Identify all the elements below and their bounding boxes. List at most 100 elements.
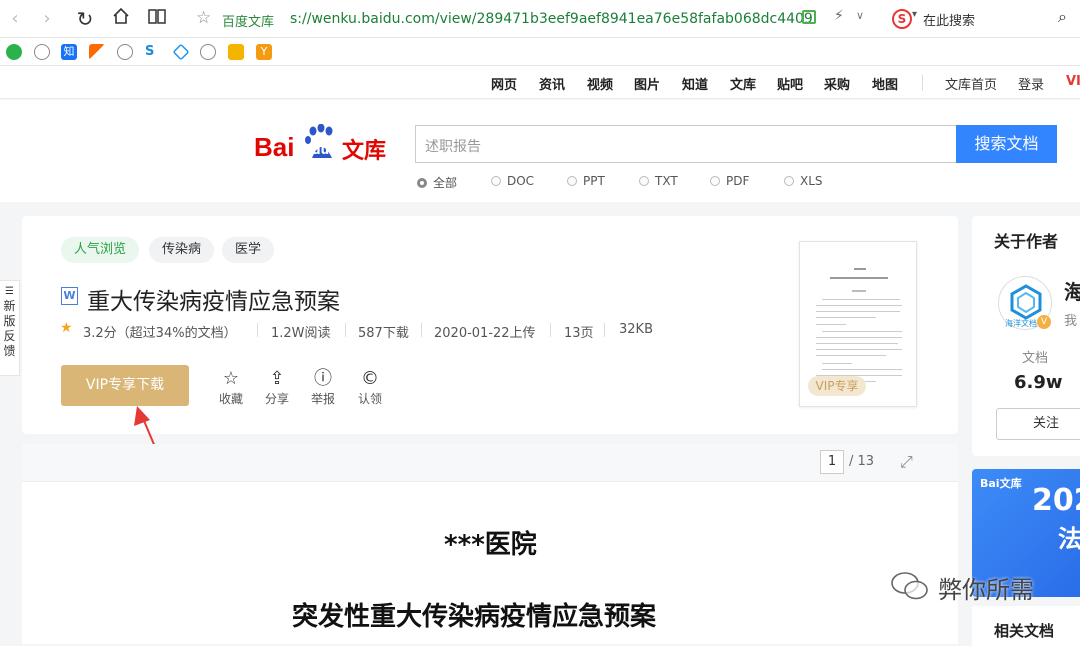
chevron-down-icon[interactable]: ∨	[856, 9, 864, 22]
reload-icon[interactable]: ↻	[72, 6, 98, 32]
vip-download-button[interactable]: VIP专享下载	[61, 365, 189, 406]
home-icon[interactable]	[108, 6, 134, 32]
page-number-input[interactable]: 1	[820, 450, 844, 474]
nav-link-map[interactable]: 地图	[872, 74, 898, 93]
banner-text: 法	[1058, 525, 1080, 553]
docs-count: 6.9w	[1014, 372, 1063, 393]
doc-rating: 3.2分（超过34%的文档）	[83, 326, 237, 341]
follow-button[interactable]: 关注	[996, 408, 1080, 440]
site-name: 百度文库	[222, 15, 275, 30]
author-name[interactable]: 海	[1064, 276, 1080, 305]
search-engine-icon[interactable]: S	[892, 9, 912, 29]
feedback-label: 新版反馈	[3, 299, 16, 358]
share-icon: ⇪	[269, 368, 285, 389]
search-icon[interactable]: ⌕	[1058, 7, 1067, 27]
divider	[421, 323, 422, 337]
share-button[interactable]: ⇪ 分享	[262, 368, 292, 407]
nav-link-video[interactable]: 视频	[587, 74, 613, 93]
filter-all[interactable]: 全部	[417, 174, 457, 191]
docs-label: 文档	[1022, 351, 1049, 366]
filter-ppt[interactable]: PPT	[567, 174, 605, 188]
viewer-toolbar	[22, 444, 958, 482]
page-total: / 13	[849, 454, 875, 469]
tag-popular[interactable]: 人气浏览	[61, 237, 140, 263]
vip-badge: VIP专享	[808, 376, 866, 396]
nav-link-wenku[interactable]: 文库	[730, 74, 756, 93]
globe-icon[interactable]	[34, 44, 50, 60]
doc-downloads: 587下载	[358, 326, 409, 341]
flag-icon[interactable]	[89, 44, 105, 60]
baidu-topnav: 网页 资讯 视频 图片 知道 文库 贴吧 采购 地图 文库首页 登录 VI	[0, 66, 1080, 99]
doc-heading-title: 突发性重大传染病疫情应急预案	[292, 602, 657, 632]
author-avatar[interactable]: 海洋文档 V	[998, 276, 1052, 330]
divider	[922, 75, 923, 91]
address-bar[interactable]: ☆ 百度文库 s://wenku.baidu.com/view/289471b3…	[186, 5, 880, 33]
filter-doc[interactable]: DOC	[491, 174, 534, 188]
radio-icon	[710, 176, 720, 186]
nav-link-images[interactable]: 图片	[634, 74, 660, 93]
star-outline-icon: ☆	[222, 368, 240, 389]
search-button[interactable]: 搜索文档	[956, 125, 1057, 163]
tag-medicine[interactable]: 医学	[222, 237, 275, 263]
wechat-icon[interactable]	[6, 44, 22, 60]
comment-icon: ☰	[5, 286, 14, 297]
author-card: 关于作者 海洋文档 V 海 我 文档 6.9w 关注	[972, 216, 1080, 456]
tag-disease[interactable]: 传染病	[149, 237, 215, 263]
sogou-icon[interactable]: S	[145, 44, 161, 60]
banner-logo: Bai文库	[980, 477, 1022, 490]
filter-pdf[interactable]: PDF	[710, 174, 749, 188]
zhihu-icon[interactable]: 知	[61, 44, 77, 60]
nav-link-zhidao[interactable]: 知道	[682, 74, 708, 93]
nav-link-tieba[interactable]: 贴吧	[777, 74, 803, 93]
tool-icon[interactable]	[228, 44, 244, 60]
search-header: Bai du 文库 述职报告 搜索文档 全部 DOC PPT TXT PDF X…	[0, 100, 1080, 202]
fullscreen-icon[interactable]: ⤢	[900, 452, 913, 472]
radio-icon	[639, 176, 649, 186]
favorite-button[interactable]: ☆ 收藏	[216, 368, 246, 407]
feedback-tab[interactable]: ☰ 新版反馈	[0, 280, 20, 376]
report-button[interactable]: ⓘ 举报	[308, 368, 338, 407]
url-text[interactable]: s://wenku.baidu.com/view/289471b3eef9aef…	[290, 11, 813, 27]
doc-upload-date: 2020-01-22上传	[434, 326, 536, 341]
globe-icon[interactable]	[117, 44, 133, 60]
copyright-icon: ©	[361, 368, 379, 389]
nav-link-wenku-home[interactable]: 文库首页	[945, 74, 997, 93]
filter-xls[interactable]: XLS	[784, 174, 823, 188]
globe-icon[interactable]	[200, 44, 216, 60]
verified-icon: V	[1037, 315, 1051, 329]
related-docs-title: 相关文档	[994, 622, 1055, 640]
nav-link-web[interactable]: 网页	[491, 74, 517, 93]
engine-dropdown-icon[interactable]: ▾	[912, 9, 917, 20]
author-section-title: 关于作者	[994, 232, 1059, 251]
lightning-icon[interactable]: ⚡	[834, 8, 844, 24]
divider	[550, 323, 551, 337]
back-icon[interactable]: ‹	[2, 6, 28, 32]
reader-icon[interactable]	[144, 6, 170, 32]
doc-size: 32KB	[619, 322, 653, 337]
doc-reads: 1.2W阅读	[271, 326, 331, 341]
word-doc-icon: W	[61, 287, 78, 305]
author-subtitle: 我	[1064, 314, 1078, 329]
nav-link-purchase[interactable]: 采购	[824, 74, 850, 93]
banner-year: 202	[1032, 483, 1080, 518]
diamond-icon[interactable]	[172, 43, 190, 61]
search-input[interactable]: 述职报告	[415, 125, 956, 163]
nav-link-news[interactable]: 资讯	[539, 74, 565, 93]
star-icon[interactable]: ☆	[196, 8, 211, 28]
browser-search-input[interactable]: 在此搜索	[923, 10, 975, 29]
radio-checked-icon	[417, 178, 427, 188]
y-icon[interactable]: Y	[256, 44, 272, 60]
alert-icon: ⓘ	[314, 368, 332, 389]
login-link[interactable]: 登录	[1018, 74, 1044, 93]
radio-icon	[491, 176, 501, 186]
hexagon-logo-icon	[1010, 284, 1042, 320]
forward-icon[interactable]: ›	[34, 6, 60, 32]
filter-txt[interactable]: TXT	[639, 174, 678, 188]
browser-toolbar: ‹ › ↻ ☆ 百度文库 s://wenku.baidu.com/view/28…	[0, 0, 1080, 38]
doc-thumbnail[interactable]: VIP专享	[799, 241, 917, 407]
baidu-wenku-logo[interactable]: Bai du 文库	[254, 123, 394, 164]
vip-link[interactable]: VI	[1066, 74, 1080, 89]
claim-button[interactable]: © 认领	[355, 368, 385, 407]
divider	[345, 323, 346, 337]
reading-mode-icon[interactable]	[802, 10, 816, 24]
